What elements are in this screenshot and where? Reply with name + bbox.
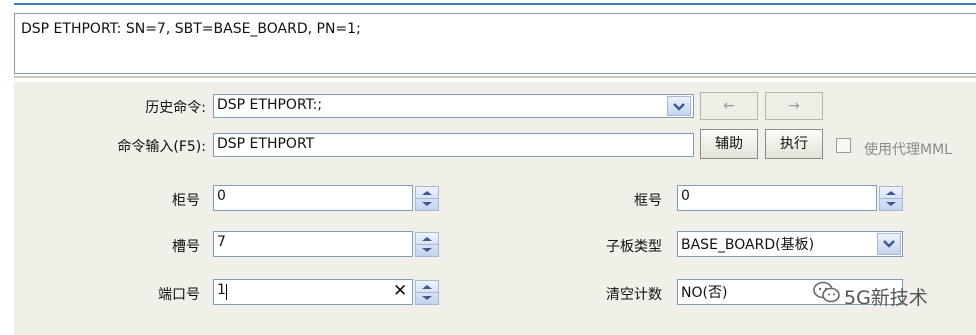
triangle-up-icon — [422, 285, 432, 289]
port-label: 端口号 — [158, 287, 200, 303]
proxy-mml-checkbox[interactable] — [836, 138, 851, 153]
port-increment[interactable] — [416, 281, 438, 293]
port-input[interactable]: 1 — [213, 279, 413, 305]
chevron-down-icon — [673, 103, 685, 111]
subrack-spinner[interactable] — [879, 186, 903, 211]
command-output-display[interactable]: DSP ETHPORT: SN=7, SBT=BASE_BOARD, PN=1; — [14, 13, 976, 74]
triangle-up-icon — [422, 237, 432, 241]
wechat-icon — [813, 281, 840, 303]
divider — [14, 76, 976, 78]
chevron-down-icon — [883, 240, 895, 248]
slot-input[interactable]: 7 — [213, 231, 413, 257]
subrack-increment[interactable] — [880, 187, 902, 199]
command-input[interactable]: DSP ETHPORT — [213, 133, 694, 157]
slot-decrement[interactable] — [416, 245, 438, 257]
proxy-mml-label: 使用代理MML — [864, 142, 952, 158]
triangle-down-icon — [422, 201, 432, 206]
port-spinner[interactable] — [415, 280, 439, 305]
cabinet-decrement[interactable] — [416, 199, 438, 211]
subboard-type-dropdown-button[interactable] — [877, 233, 901, 255]
subrack-label: 框号 — [634, 193, 662, 209]
history-dropdown-button[interactable] — [667, 96, 691, 116]
cabinet-input[interactable]: 0 — [213, 185, 413, 211]
triangle-up-icon — [422, 191, 432, 195]
subrack-decrement[interactable] — [880, 199, 902, 211]
slot-spinner[interactable] — [415, 232, 439, 257]
subrack-input[interactable]: 0 — [677, 185, 877, 211]
clear-count-label: 清空计数 — [606, 287, 662, 303]
triangle-down-icon — [422, 247, 432, 252]
subboard-type-select[interactable]: BASE_BOARD(基板) — [677, 231, 903, 257]
triangle-down-icon — [422, 295, 432, 300]
command-input-label: 命令输入(F5): — [117, 139, 206, 155]
triangle-down-icon — [886, 201, 896, 206]
clear-icon[interactable]: ✕ — [393, 281, 407, 301]
history-next-button[interactable]: → — [765, 92, 823, 120]
triangle-up-icon — [886, 191, 896, 195]
top-border-line — [14, 3, 976, 5]
top-strip — [0, 0, 976, 10]
execute-button[interactable]: 执行 — [765, 129, 823, 159]
cabinet-label: 柜号 — [172, 193, 200, 209]
cabinet-increment[interactable] — [416, 187, 438, 199]
slot-label: 槽号 — [172, 239, 200, 255]
text-caret — [226, 284, 227, 300]
assist-button[interactable]: 辅助 — [700, 129, 758, 159]
port-decrement[interactable] — [416, 293, 438, 305]
history-prev-button[interactable]: ← — [700, 92, 758, 120]
history-label: 历史命令: — [145, 100, 206, 116]
cabinet-spinner[interactable] — [415, 186, 439, 211]
slot-increment[interactable] — [416, 233, 438, 245]
subboard-type-label: 子板类型 — [606, 239, 662, 255]
history-select[interactable]: DSP ETHPORT:; — [213, 94, 694, 118]
watermark-text: 5G新技术 — [844, 287, 928, 309]
